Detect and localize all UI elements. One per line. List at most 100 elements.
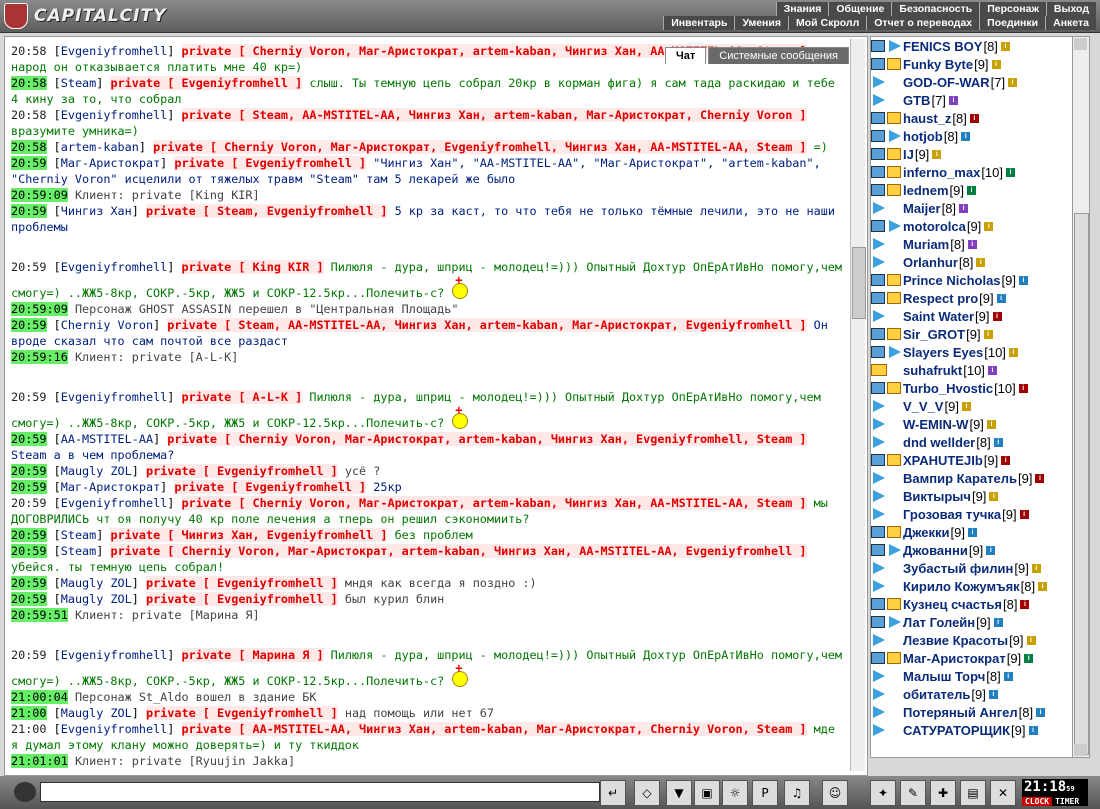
message-author[interactable]: Cherniy Voron: [61, 318, 153, 332]
private-recipients[interactable]: private [ Cherniy Voron, Маг-Аристократ,…: [153, 140, 807, 154]
run-icon[interactable]: ☼: [722, 780, 748, 806]
smile-icon[interactable]: ☺: [822, 780, 848, 806]
menu-item[interactable]: Персонаж: [979, 2, 1046, 16]
user-name[interactable]: Turbo_Hvostic: [903, 381, 993, 396]
user-list-item[interactable]: hotjob [8] i: [871, 127, 1073, 145]
user-name[interactable]: Джекки: [903, 525, 950, 540]
message-author[interactable]: Maugly ZOL: [61, 464, 132, 478]
message-author[interactable]: Чингиз Хан: [61, 204, 132, 218]
private-message-icon[interactable]: [871, 346, 885, 358]
chat-input[interactable]: [40, 782, 600, 802]
user-info-icon[interactable]: i: [993, 617, 1003, 627]
user-name[interactable]: haust_z: [903, 111, 951, 126]
arrow-icon[interactable]: [873, 256, 885, 268]
user-info-icon[interactable]: i: [1019, 509, 1029, 519]
user-name[interactable]: Кирило Кожумъяк: [903, 579, 1020, 594]
user-info-icon[interactable]: i: [989, 491, 999, 501]
user-info-icon[interactable]: i: [968, 527, 978, 537]
message-author[interactable]: Maugly ZOL: [61, 576, 132, 590]
user-name[interactable]: Slayers Eyes: [903, 345, 983, 360]
clan-icon[interactable]: [887, 526, 901, 538]
user-name[interactable]: Потеряный Ангел: [903, 705, 1018, 720]
private-recipients[interactable]: private [ Evgeniyfromhell ]: [145, 464, 338, 478]
message-time[interactable]: 20:59: [11, 204, 47, 218]
message-author[interactable]: Evgeniyfromhell: [61, 108, 168, 122]
private-message-icon[interactable]: [871, 382, 885, 394]
user-info-icon[interactable]: i: [932, 149, 942, 159]
user-list-item[interactable]: lednem [9] i: [871, 181, 1073, 199]
user-name[interactable]: Saint Water: [903, 309, 974, 324]
save-icon[interactable]: ▣: [694, 780, 720, 806]
user-info-icon[interactable]: i: [1008, 347, 1018, 357]
user-list-item[interactable]: FENICS BOY [8] i: [871, 37, 1073, 55]
private-message-icon[interactable]: [871, 544, 885, 556]
message-time[interactable]: 21:00: [11, 722, 47, 736]
user-info-icon[interactable]: i: [983, 329, 993, 339]
private-recipients[interactable]: private [ Evgeniyfromhell ]: [145, 592, 338, 606]
arrow-icon[interactable]: [873, 562, 885, 574]
user-list-item[interactable]: Лезвие Красоты [9] i: [871, 631, 1073, 649]
user-info-icon[interactable]: i: [961, 401, 971, 411]
user-name[interactable]: Грозовая тучка: [903, 507, 1001, 522]
filter-icon[interactable]: ▼: [666, 780, 692, 806]
stats-icon[interactable]: ▤: [960, 780, 986, 806]
private-recipients[interactable]: private [ Cherniy Voron, Маг-Аристократ,…: [181, 496, 807, 510]
clan-icon[interactable]: [887, 382, 901, 394]
exit-icon[interactable]: ✕: [990, 780, 1016, 806]
user-info-icon[interactable]: i: [1019, 275, 1029, 285]
user-list-item[interactable]: Sir_GROT [9] i: [871, 325, 1073, 343]
user-list-item[interactable]: V_V_V [9] i: [871, 397, 1073, 415]
message-time[interactable]: 20:58: [11, 76, 47, 90]
private-recipients[interactable]: private [ Cherniy Voron, Маг-Аристократ,…: [167, 432, 807, 446]
clan-icon[interactable]: [887, 454, 901, 466]
user-name[interactable]: Джованни: [903, 543, 968, 558]
private-message-icon[interactable]: [871, 58, 885, 70]
user-list-item[interactable]: Вампир Каратель [9] i: [871, 469, 1073, 487]
user-name[interactable]: GTB: [903, 93, 930, 108]
arrow-icon[interactable]: [889, 346, 901, 358]
arrow-icon[interactable]: [889, 544, 901, 556]
arrow-icon[interactable]: [873, 706, 885, 718]
clan-icon[interactable]: [887, 58, 901, 70]
private-message-icon[interactable]: [871, 184, 885, 196]
tab-system-messages[interactable]: Системные сообщения: [708, 47, 849, 64]
user-info-icon[interactable]: i: [991, 59, 1001, 69]
submenu-item[interactable]: Отчет о переводах: [866, 16, 980, 30]
user-list-item[interactable]: Orlanhur [8] i: [871, 253, 1073, 271]
message-time[interactable]: 20:59:16: [11, 350, 68, 364]
tab-chat[interactable]: Чат: [665, 47, 707, 64]
scroll-lock-icon[interactable]: P: [752, 780, 778, 806]
message-time[interactable]: 20:59: [11, 480, 47, 494]
user-info-icon[interactable]: i: [1026, 635, 1036, 645]
private-message-icon[interactable]: [871, 40, 885, 52]
user-list-item[interactable]: Лат Голейн [9] i: [871, 613, 1073, 631]
user-list-item[interactable]: САТУРАТОРЩИК [9] i: [871, 721, 1073, 739]
user-list-item[interactable]: Кирило Кожумъяк [8] i: [871, 577, 1073, 595]
private-message-icon[interactable]: [871, 526, 885, 538]
user-info-icon[interactable]: i: [1003, 671, 1013, 681]
user-name[interactable]: Кузнец счастья: [903, 597, 1002, 612]
clan-icon[interactable]: [887, 328, 901, 340]
user-name[interactable]: Лезвие Красоты: [903, 633, 1008, 648]
private-message-icon[interactable]: [871, 166, 885, 178]
user-name[interactable]: Sir_GROT: [903, 327, 965, 342]
clan-icon[interactable]: [887, 598, 901, 610]
user-name[interactable]: Малыш Торч: [903, 669, 985, 684]
message-time[interactable]: 20:59: [11, 318, 47, 332]
message-author[interactable]: Маг-Аристократ: [61, 480, 160, 494]
message-time[interactable]: 20:59: [11, 464, 47, 478]
user-name[interactable]: Вампир Каратель: [903, 471, 1017, 486]
arrow-icon[interactable]: [873, 472, 885, 484]
scroll-icon[interactable]: ✎: [900, 780, 926, 806]
user-list-item[interactable]: Виктырыч [9] i: [871, 487, 1073, 505]
chat-scrollbar[interactable]: [850, 39, 866, 771]
user-name[interactable]: IJ: [903, 147, 914, 162]
private-recipients[interactable]: private [ AA-MSTITEL-AA, Чингиз Хан, art…: [181, 722, 807, 736]
message-author[interactable]: Maugly ZOL: [61, 592, 132, 606]
user-list-item[interactable]: GOD-OF-WAR [7] i: [871, 73, 1073, 91]
clan-icon[interactable]: [887, 184, 901, 196]
user-info-icon[interactable]: i: [992, 311, 1002, 321]
clan-icon[interactable]: [887, 166, 901, 178]
message-author[interactable]: Evgeniyfromhell: [61, 496, 168, 510]
private-recipients[interactable]: private [ Evgeniyfromhell ]: [174, 480, 367, 494]
